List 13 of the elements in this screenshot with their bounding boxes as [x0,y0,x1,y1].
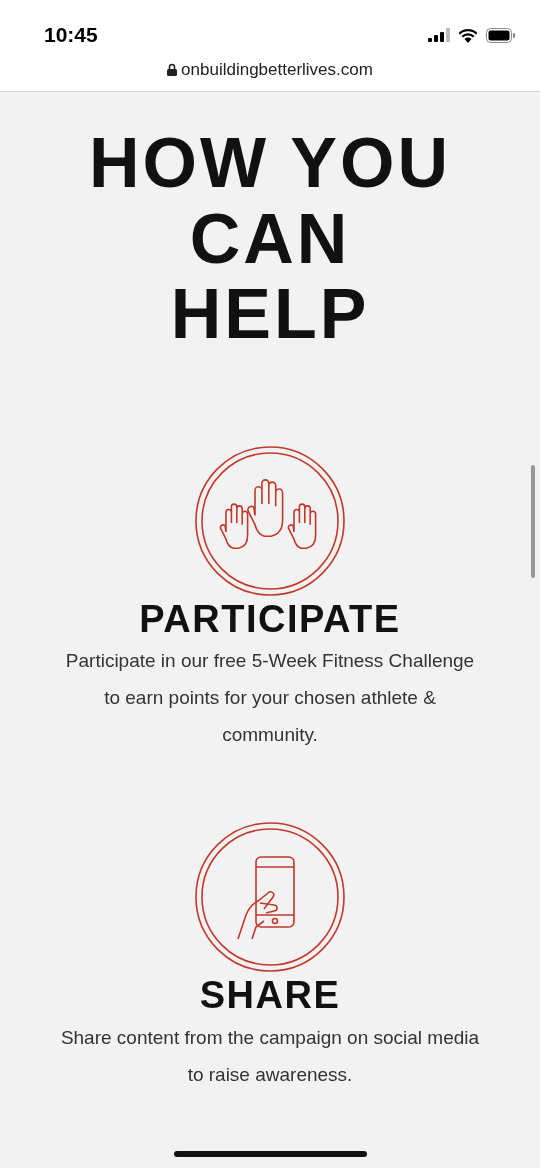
wifi-icon [458,27,478,43]
feature-title: PARTICIPATE [139,596,401,642]
feature-description: Participate in our free 5-Week Fitness Challenge to earn points for your chosen athlete & community. [64,649,476,748]
lock-icon [167,63,178,77]
battery-icon [486,27,516,43]
feature-title: SHARE [199,973,341,1019]
status-time: 10:45 [44,22,98,49]
section-heading: HOW YOU CAN HELP [88,126,452,353]
feature-description: Share content from the campaign on social media to raise awareness. [60,1025,480,1087]
hand-holding-phone-icon [194,821,346,974]
url-text[interactable]: onbuildingbetterlives.com [181,57,373,83]
raised-hands-icon [194,444,346,597]
signal-icon [428,28,450,42]
